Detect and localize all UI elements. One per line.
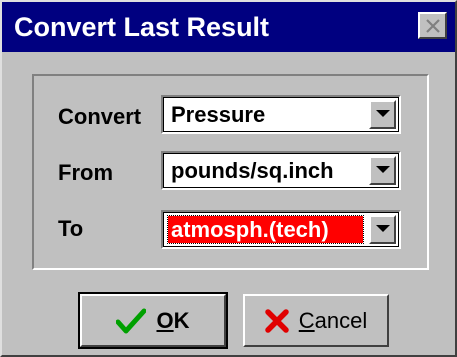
close-icon	[426, 19, 440, 33]
to-dropdown-button[interactable]	[369, 215, 396, 244]
cancel-mnemonic: C	[298, 307, 315, 333]
to-select-value: atmosph.(tech)	[167, 215, 364, 244]
ok-label: OK	[156, 308, 189, 334]
cancel-label: Cancel	[299, 308, 367, 334]
checkmark-icon	[116, 308, 147, 333]
convert-select-value: Pressure	[171, 102, 266, 127]
ok-label-rest: K	[173, 307, 190, 333]
from-select[interactable]: pounds/sq.inch	[161, 151, 401, 190]
to-label: To	[58, 216, 84, 241]
from-dropdown-button[interactable]	[369, 156, 396, 185]
dialog-title: Convert Last Result	[14, 12, 270, 42]
chevron-down-icon	[376, 166, 390, 173]
convert-label: Convert	[58, 104, 142, 129]
convert-dialog: Convert Last Result Convert Pressure Fro…	[0, 0, 457, 357]
chevron-down-icon	[376, 110, 390, 117]
to-select[interactable]: atmosph.(tech)	[161, 210, 401, 249]
x-icon	[265, 308, 289, 333]
convert-select[interactable]: Pressure	[161, 95, 401, 134]
ok-mnemonic: O	[156, 307, 174, 333]
from-select-value: pounds/sq.inch	[171, 158, 334, 183]
from-label: From	[58, 160, 113, 185]
close-button[interactable]	[418, 12, 447, 39]
cancel-button[interactable]: Cancel	[243, 294, 389, 347]
cancel-label-rest: ancel	[314, 307, 368, 333]
chevron-down-icon	[376, 225, 390, 232]
ok-button[interactable]: OK	[78, 292, 228, 349]
title-bar[interactable]: Convert Last Result	[2, 2, 455, 52]
convert-dropdown-button[interactable]	[369, 100, 396, 129]
